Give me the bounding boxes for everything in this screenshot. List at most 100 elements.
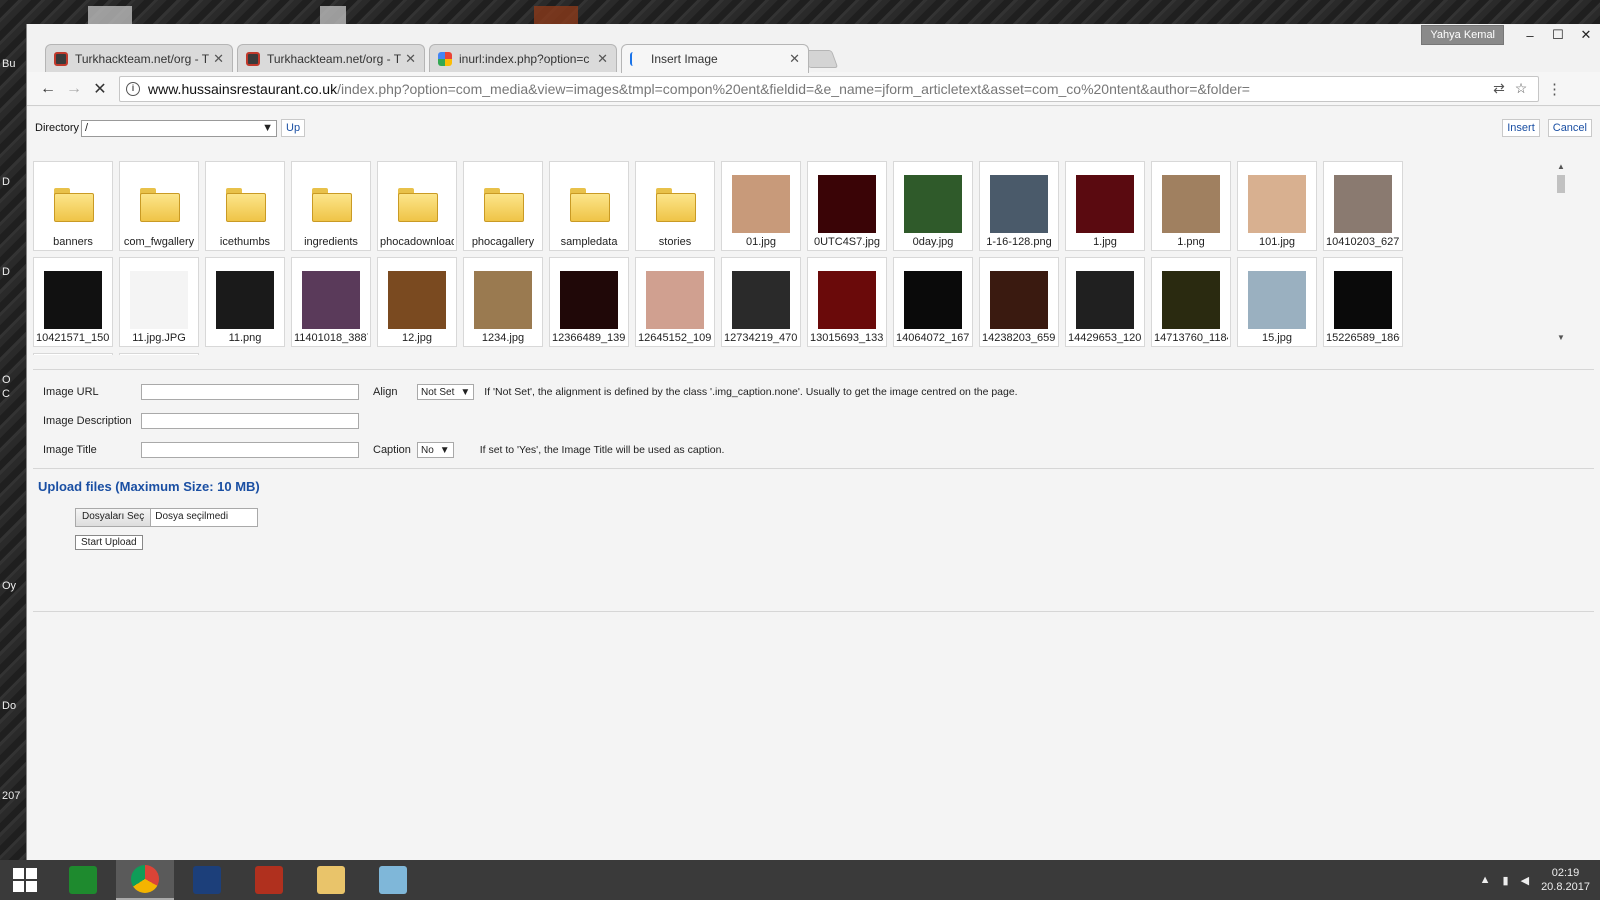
file-explorer-icon <box>317 866 345 894</box>
image-item[interactable]: 14713760_1184… <box>1151 257 1231 347</box>
image-item[interactable]: 10421571_1505… <box>33 257 113 347</box>
bookmark-star-icon[interactable]: ☆ <box>1510 80 1532 97</box>
image-url-field[interactable] <box>141 384 359 400</box>
tab-turkhackteam-2[interactable]: Turkhackteam.net/org - T ✕ <box>237 44 425 72</box>
image-item[interactable]: 12734219_4706… <box>721 257 801 347</box>
url-text[interactable]: www.hussainsrestaurant.co.uk/index.php?o… <box>148 81 1488 97</box>
image-item[interactable]: 01.jpg <box>721 161 801 251</box>
close-icon[interactable]: ✕ <box>213 51 224 67</box>
desktop-label: 207 <box>2 790 21 802</box>
close-window-button[interactable]: ✕ <box>1572 27 1600 43</box>
profile-button[interactable]: Yahya Kemal <box>1421 25 1504 45</box>
desktop-icon[interactable] <box>320 6 346 24</box>
notepad-taskbar-button[interactable] <box>364 860 422 900</box>
image-item[interactable]: 1-16-128.png <box>979 161 1059 251</box>
image-item[interactable]: 165.php.jpg <box>119 353 199 355</box>
close-icon[interactable]: ✕ <box>597 51 608 67</box>
image-item[interactable]: 14064072_1672… <box>893 257 973 347</box>
image-item[interactable]: 16118004_1552… <box>33 353 113 355</box>
folder-item[interactable]: banners <box>33 161 113 251</box>
image-description-field[interactable] <box>141 413 359 429</box>
image-item[interactable]: 11.png <box>205 257 285 347</box>
folder-item[interactable]: ingredients <box>291 161 371 251</box>
game-taskbar-button[interactable] <box>240 860 298 900</box>
image-item[interactable]: 1234.jpg <box>463 257 543 347</box>
close-icon[interactable]: ✕ <box>405 51 416 67</box>
solitaire-taskbar-button[interactable] <box>178 860 236 900</box>
choose-files-button[interactable]: Dosyaları Seç <box>76 509 152 526</box>
image-item[interactable]: 11401018_3887… <box>291 257 371 347</box>
folder-item[interactable]: phocagallery <box>463 161 543 251</box>
upload-section: Upload files (Maximum Size: 10 MB) Dosya… <box>33 472 1594 612</box>
scroll-thumb[interactable] <box>1557 175 1565 193</box>
image-item[interactable]: 15226589_1860… <box>1323 257 1403 347</box>
start-button[interactable] <box>0 860 50 900</box>
image-thumbnail <box>818 174 876 234</box>
image-item[interactable]: 13015693_1332… <box>807 257 887 347</box>
file-explorer-taskbar-button[interactable] <box>302 860 360 900</box>
folder-item[interactable]: stories <box>635 161 715 251</box>
folder-item[interactable]: phocadownload <box>377 161 457 251</box>
tab-turkhackteam-1[interactable]: Turkhackteam.net/org - T ✕ <box>45 44 233 72</box>
caption-select[interactable]: No ▼ <box>417 442 454 458</box>
directory-select[interactable]: / ▼ <box>81 119 278 137</box>
image-item[interactable]: 0UTC4S7.jpg <box>807 161 887 251</box>
taskbar: ▲ ▮ ◀ 02:19 20.8.2017 <box>0 860 1600 900</box>
image-item[interactable]: 12645152_1093… <box>635 257 715 347</box>
image-item[interactable]: 12366489_1392… <box>549 257 629 347</box>
address-bar[interactable]: i www.hussainsrestaurant.co.uk/index.php… <box>119 75 1539 102</box>
desktop-icon[interactable] <box>534 6 578 24</box>
image-item[interactable]: 1.jpg <box>1065 161 1145 251</box>
folder-item[interactable]: sampledata <box>549 161 629 251</box>
close-icon[interactable]: ✕ <box>789 51 800 67</box>
align-select[interactable]: Not Set ▼ <box>417 384 475 400</box>
network-icon[interactable]: ▮ <box>1503 874 1509 887</box>
image-item[interactable]: 10410203_6279… <box>1323 161 1403 251</box>
item-name: 11.png <box>228 332 262 344</box>
thumbnail-preview <box>1334 175 1392 233</box>
image-item[interactable]: 0day.jpg <box>893 161 973 251</box>
insert-button[interactable]: Insert <box>1502 119 1540 137</box>
image-item[interactable]: 101.jpg <box>1237 161 1317 251</box>
item-name: 1234.jpg <box>481 332 525 344</box>
image-item[interactable]: 15.jpg <box>1237 257 1317 347</box>
item-name: 12366489_1392… <box>552 332 626 344</box>
back-button[interactable]: ← <box>35 80 61 98</box>
gallery-scrollbar[interactable]: ▲ ▼ <box>1555 162 1567 354</box>
translate-icon[interactable]: ⇄ <box>1488 80 1510 97</box>
desktop-icon[interactable] <box>88 6 132 24</box>
start-upload-button[interactable]: Start Upload <box>75 535 143 550</box>
image-item[interactable]: 12.jpg <box>377 257 457 347</box>
chevron-up-icon[interactable]: ▲ <box>1480 874 1491 886</box>
stop-button[interactable]: ✕ <box>87 79 113 99</box>
image-description-label: Image Description <box>43 415 132 427</box>
clock[interactable]: 02:19 20.8.2017 <box>1541 866 1590 894</box>
store-taskbar-button[interactable] <box>54 860 112 900</box>
image-item[interactable]: 14238203_6591… <box>979 257 1059 347</box>
tab-google-search[interactable]: inurl:index.php?option=c ✕ <box>429 44 617 72</box>
image-item[interactable]: 1.png <box>1151 161 1231 251</box>
cancel-button[interactable]: Cancel <box>1547 119 1592 137</box>
item-name: 1-16-128.png <box>986 236 1052 248</box>
tab-insert-image[interactable]: Insert Image ✕ <box>621 44 809 73</box>
menu-icon[interactable]: ⋮ <box>1547 80 1562 98</box>
scroll-up-arrow-icon[interactable]: ▲ <box>1555 162 1567 171</box>
maximize-button[interactable]: ☐ <box>1544 27 1572 43</box>
folder-item[interactable]: icethumbs <box>205 161 285 251</box>
browser-toolbar: ← → ✕ i www.hussainsrestaurant.co.uk/ind… <box>27 72 1600 106</box>
store-icon <box>69 866 97 894</box>
image-title-field[interactable] <box>141 442 359 458</box>
minimize-button[interactable]: – <box>1516 28 1544 43</box>
up-button[interactable]: Up <box>281 119 306 137</box>
notepad-icon <box>379 866 407 894</box>
file-input[interactable]: Dosyaları Seç Dosya seçilmedi <box>75 508 259 527</box>
chrome-taskbar-button[interactable] <box>116 860 174 900</box>
volume-icon[interactable]: ◀ <box>1521 874 1529 887</box>
image-item[interactable]: 14429653_1203… <box>1065 257 1145 347</box>
forward-button[interactable]: → <box>61 80 87 98</box>
image-item[interactable]: 11.jpg.JPG <box>119 257 199 347</box>
info-icon[interactable]: i <box>126 81 140 96</box>
scroll-down-arrow-icon[interactable]: ▼ <box>1555 333 1567 342</box>
folder-item[interactable]: com_fwgallery <box>119 161 199 251</box>
item-name: 12645152_1093… <box>638 332 712 344</box>
